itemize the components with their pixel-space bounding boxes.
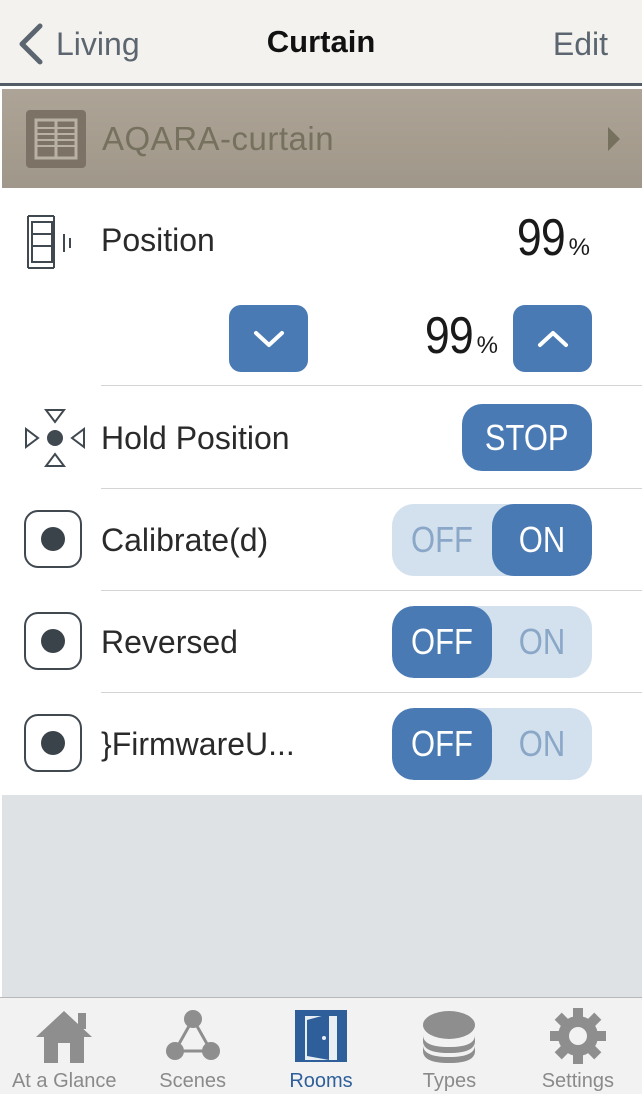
accessory-header[interactable]: AQARA-curtain <box>2 89 642 188</box>
chevron-up-icon <box>537 330 568 347</box>
toggle-label: Calibrate(d) <box>101 522 269 558</box>
toggle-on-option[interactable]: ON <box>492 504 592 576</box>
toggle-row-calibrated: Calibrate(d) OFF ON <box>0 489 642 590</box>
tab-label: Settings <box>541 1070 614 1092</box>
characteristic-icon <box>24 612 82 670</box>
target-position-value: 99 <box>424 307 474 365</box>
hold-position-icon <box>24 408 86 473</box>
toggle-row-reversed: Reversed OFF ON <box>0 591 642 692</box>
reversed-toggle[interactable]: OFF ON <box>392 606 592 678</box>
toggle-on-option[interactable]: ON <box>492 606 592 678</box>
toggle-off-option[interactable]: OFF <box>392 708 492 780</box>
toggle-label: Reversed <box>101 624 238 660</box>
tab-at-a-glance[interactable]: At a Glance <box>0 998 128 1094</box>
tab-label: Scenes <box>159 1070 226 1092</box>
tab-scenes[interactable]: Scenes <box>128 998 256 1094</box>
tab-bar: At a Glance Scenes Rooms Types Settings <box>0 997 642 1094</box>
tab-settings[interactable]: Settings <box>514 998 642 1094</box>
chevron-left-icon <box>19 23 43 65</box>
scenes-icon <box>163 1006 223 1066</box>
back-button[interactable]: Living <box>16 22 140 66</box>
decrease-position-button[interactable] <box>229 305 308 372</box>
current-position-value: 99 <box>516 209 566 267</box>
toggle-on-option[interactable]: ON <box>492 708 592 780</box>
characteristic-icon <box>24 714 82 772</box>
position-label: Position <box>101 222 215 258</box>
characteristic-icon <box>24 510 82 568</box>
toggle-off-option[interactable]: OFF <box>392 504 492 576</box>
hold-position-label: Hold Position <box>101 420 290 456</box>
accessory-name: AQARA-curtain <box>102 119 335 157</box>
toggle-row-firmware: }FirmwareU... OFF ON <box>0 693 642 795</box>
target-position: 99 % <box>417 306 498 366</box>
stop-button[interactable]: STOP <box>462 404 592 471</box>
current-position: 99 % <box>509 208 590 268</box>
tab-rooms[interactable]: Rooms <box>257 998 385 1094</box>
house-icon <box>34 1006 94 1066</box>
target-position-unit: % <box>476 332 498 359</box>
tab-types[interactable]: Types <box>385 998 513 1094</box>
navigation-bar: Living Curtain Edit <box>0 0 642 86</box>
tab-label: At a Glance <box>11 1070 117 1092</box>
disclosure-arrow-icon <box>608 127 620 151</box>
empty-background <box>2 795 642 997</box>
chevron-down-icon <box>253 330 284 347</box>
back-label: Living <box>56 25 140 62</box>
stop-button-label: STOP <box>485 416 569 458</box>
hold-position-row: Hold Position STOP <box>0 386 642 488</box>
current-position-unit: % <box>568 234 590 261</box>
layers-icon <box>419 1006 479 1066</box>
calibrated-toggle[interactable]: OFF ON <box>392 504 592 576</box>
edit-button[interactable]: Edit <box>553 26 608 63</box>
toggle-label: }FirmwareU... <box>101 726 295 762</box>
position-section: Position 99 % 99 % <box>0 188 642 385</box>
gear-icon <box>549 1006 607 1066</box>
toggle-off-option[interactable]: OFF <box>392 606 492 678</box>
door-icon <box>293 1006 349 1066</box>
increase-position-button[interactable] <box>513 305 592 372</box>
tab-label: Rooms <box>289 1070 353 1092</box>
firmware-toggle[interactable]: OFF ON <box>392 708 592 780</box>
window-covering-icon <box>24 212 84 277</box>
curtain-icon <box>26 109 86 168</box>
tab-label: Types <box>422 1070 477 1092</box>
